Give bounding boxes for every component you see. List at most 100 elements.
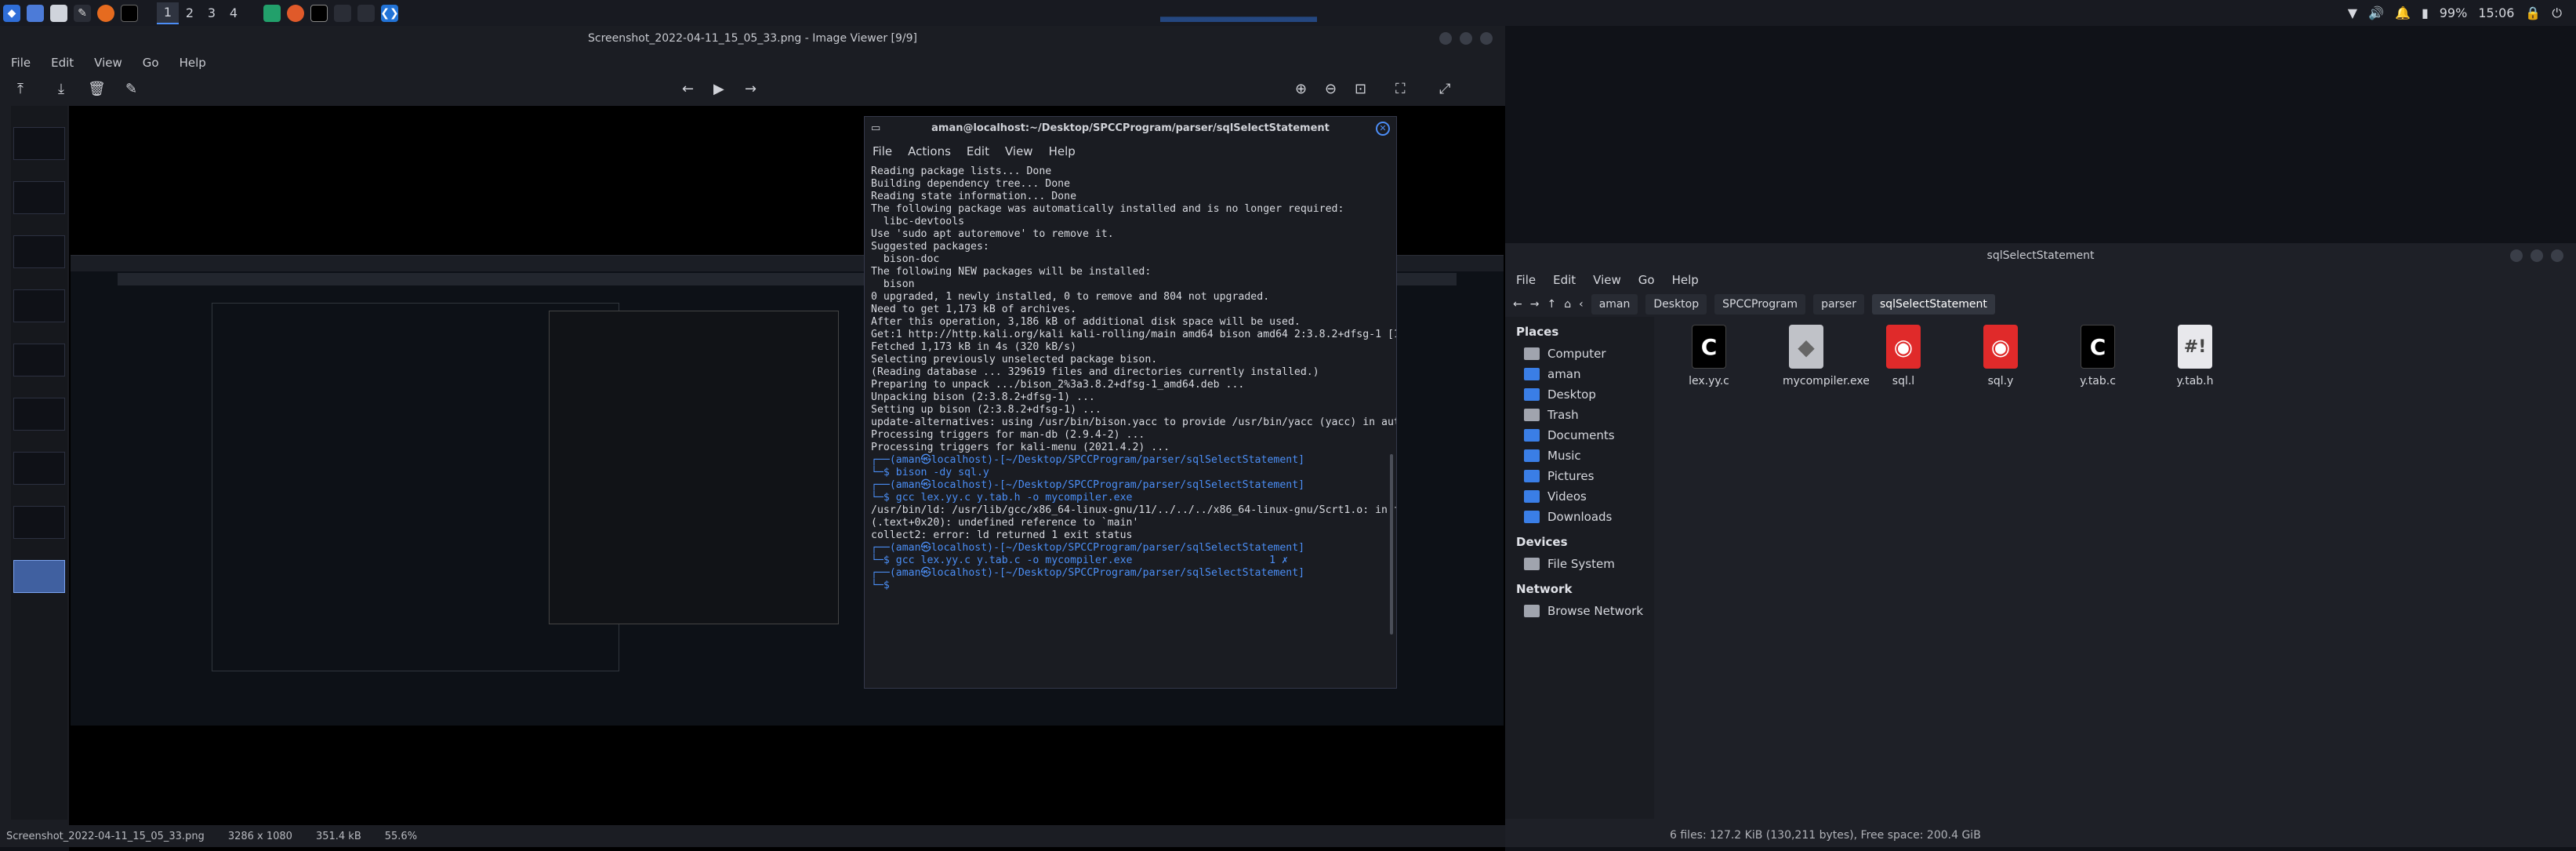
terminal-scrollbar[interactable] [1390,454,1393,635]
terminal-icon[interactable] [121,4,138,22]
breadcrumb-sqlselectstatement[interactable]: sqlSelectStatement [1871,294,1995,315]
sidebar-item-desktop[interactable]: Desktop [1516,384,1654,405]
clock[interactable]: 15:06 [2478,5,2514,20]
zoom-out-icon[interactable]: ⊖ [1325,81,1337,97]
sidebar-item-pictures[interactable]: Pictures [1516,466,1654,486]
show-desktop-icon[interactable] [27,4,44,22]
thumbnail[interactable] [13,344,65,376]
network-icon[interactable]: ▼ [2348,5,2357,20]
viewer-menubar: File Edit View Go Help [0,51,1505,75]
task-app-icon[interactable] [263,4,281,22]
sidebar-item-label: Downloads [1547,510,1613,524]
terminal-menu-actions[interactable]: Actions [908,144,951,158]
fm-close-button[interactable] [2551,249,2563,262]
fm-maximize-button[interactable] [2531,249,2543,262]
task-imageviewer-icon[interactable] [357,4,375,22]
power-icon[interactable]: ⏻ [2552,5,2562,21]
fm-menu-view[interactable]: View [1593,273,1621,287]
file-manager-icon[interactable] [50,4,67,22]
thumbnail[interactable] [13,398,65,431]
home-icon[interactable]: ⌂ [1564,298,1571,311]
thumbnail-active[interactable] [13,560,65,593]
sidebar-item-documents[interactable]: Documents [1516,425,1654,446]
up-icon[interactable]: ↑ [1547,298,1556,311]
breadcrumb-desktop[interactable]: Desktop [1645,294,1707,315]
fm-menu-edit[interactable]: Edit [1553,273,1576,287]
fullscreen-icon[interactable]: ⤢ [1439,81,1450,97]
file-item[interactable]: ◉ sql.y [1977,325,2024,387]
open-icon[interactable]: ⤒ [17,81,24,97]
kali-menu-icon[interactable]: ◆ [3,4,20,22]
save-icon[interactable]: ⤓ [58,81,64,97]
previous-icon[interactable]: ← [682,81,694,97]
menu-help[interactable]: Help [180,56,206,70]
file-item[interactable]: ◉ sql.l [1880,325,1927,387]
sidebar-item-aman[interactable]: aman [1516,364,1654,384]
sidebar-item-label: File System [1547,557,1615,571]
fm-menu-help[interactable]: Help [1672,273,1699,287]
thumbnail[interactable] [13,127,65,160]
task-filemanager-icon[interactable] [334,4,351,22]
zoom-fit-icon[interactable]: ⊡ [1355,81,1366,97]
maximize-button[interactable] [1460,32,1472,45]
sidebar-item-music[interactable]: Music [1516,446,1654,466]
next-icon[interactable]: → [745,81,756,97]
notification-icon[interactable]: 🔔 [2395,5,2411,20]
lock-icon[interactable]: 🔒 [2525,5,2541,20]
sidebar-item-filesystem[interactable]: File System [1516,554,1654,574]
task-firefox-icon[interactable] [287,4,304,22]
thumbnail[interactable] [13,181,65,214]
fm-menu-go[interactable]: Go [1638,273,1655,287]
file-item[interactable]: #! y.tab.h [2171,325,2219,387]
menu-view[interactable]: View [94,56,122,70]
task-terminal-icon[interactable] [310,4,328,22]
minimize-button[interactable] [1439,32,1452,45]
terminal-menu-view[interactable]: View [1005,144,1033,158]
menu-edit[interactable]: Edit [51,56,74,70]
terminal-menu-file[interactable]: File [873,144,892,158]
workspace-3[interactable]: 3 [201,2,223,24]
sidebar-item-computer[interactable]: Computer [1516,344,1654,364]
task-vscode-icon[interactable]: ❮❯ [380,4,399,22]
fm-menu-file[interactable]: File [1516,273,1536,287]
thumbnail[interactable] [13,452,65,485]
edit-icon[interactable]: ✎ [125,81,137,97]
firefox-icon[interactable] [97,4,114,22]
delete-icon[interactable]: 🗑 [88,81,106,97]
file-item[interactable]: Clex.yy.c [1685,325,1732,387]
sidebar-item-videos[interactable]: Videos [1516,486,1654,507]
menu-go[interactable]: Go [143,56,159,70]
workspace-2[interactable]: 2 [179,2,201,24]
menu-file[interactable]: File [11,56,31,70]
file-item[interactable]: ◆ mycompiler.exe [1783,325,1870,387]
battery-icon[interactable]: ▮ [2422,5,2429,20]
text-editor-icon[interactable]: ✎ [74,4,91,22]
terminal-close-button[interactable]: ✕ [1376,122,1390,136]
sidebar-item-trash[interactable]: Trash [1516,405,1654,425]
thumbnail[interactable] [13,506,65,539]
terminal-menu-help[interactable]: Help [1049,144,1076,158]
terminal-output[interactable]: Reading package lists... Done Building de… [865,162,1396,680]
zoom-in-icon[interactable]: ⊕ [1295,81,1307,97]
breadcrumb-aman[interactable]: aman [1591,294,1638,315]
music-folder-icon [1524,449,1540,462]
fit-window-icon[interactable]: ⛶ [1395,81,1406,97]
volume-icon[interactable]: 🔊 [2368,5,2384,20]
thumbnail[interactable] [13,235,65,268]
terminal-menu-edit[interactable]: Edit [967,144,989,158]
workspace-1[interactable]: 1 [157,2,179,24]
file-name: lex.yy.c [1689,375,1729,387]
workspace-4[interactable]: 4 [223,2,245,24]
sidebar-item-downloads[interactable]: Downloads [1516,507,1654,527]
fm-minimize-button[interactable] [2510,249,2523,262]
breadcrumb-spccprogram[interactable]: SPCCProgram [1714,294,1806,315]
play-icon[interactable]: ▶ [713,81,724,97]
breadcrumb-left-icon[interactable]: ‹ [1579,298,1584,311]
back-icon[interactable]: ← [1513,298,1522,311]
forward-icon[interactable]: → [1530,298,1540,311]
thumbnail[interactable] [13,289,65,322]
close-button[interactable] [1480,32,1493,45]
file-item[interactable]: Cy.tab.c [2074,325,2121,387]
breadcrumb-parser[interactable]: parser [1813,294,1864,315]
sidebar-item-browse-network[interactable]: Browse Network [1516,601,1654,621]
